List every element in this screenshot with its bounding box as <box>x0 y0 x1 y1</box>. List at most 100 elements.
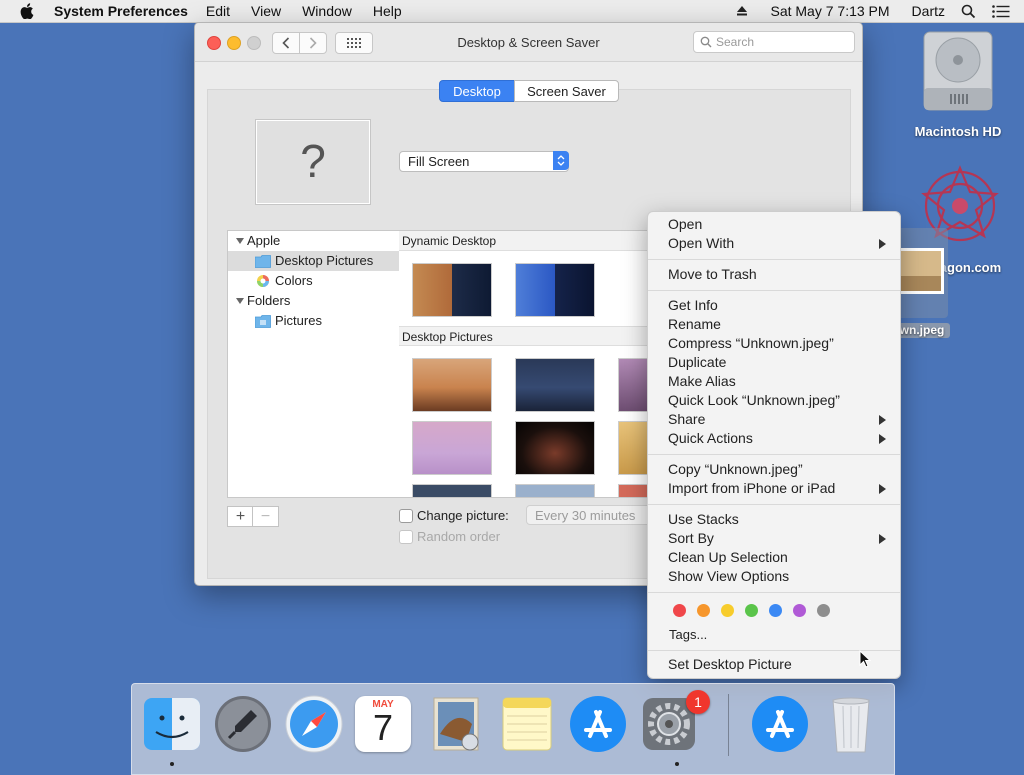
menu-item-quick-actions[interactable]: Quick Actions <box>668 429 898 448</box>
thumbnail-solar-gradients[interactable] <box>515 263 595 317</box>
section-header-desktop-pictures: Desktop Pictures <box>399 326 659 346</box>
menu-item-compress[interactable]: Compress “Unknown.jpeg” <box>668 334 898 353</box>
menu-item-share-label: Share <box>668 411 706 427</box>
tab-screen-saver[interactable]: Screen Saver <box>514 80 619 102</box>
app-store-icon[interactable] <box>568 694 628 754</box>
launchpad-icon[interactable] <box>213 694 273 754</box>
search-field[interactable]: Search <box>693 31 855 53</box>
menu-window[interactable]: Window <box>302 3 352 19</box>
popup-stepper <box>553 151 569 170</box>
tag-purple[interactable] <box>793 604 806 617</box>
remove-folder-button[interactable]: − <box>252 506 279 527</box>
disclosure-triangle-icon[interactable] <box>235 296 245 306</box>
menu-item-move-to-trash[interactable]: Move to Trash <box>668 265 898 284</box>
menu-item-open-with[interactable]: Open With <box>668 234 898 253</box>
trash-icon[interactable] <box>821 694 881 754</box>
menu-edit[interactable]: Edit <box>206 3 230 19</box>
jpeg-thumbnail-icon <box>898 248 944 294</box>
random-order-checkbox[interactable] <box>399 530 413 544</box>
tag-blue[interactable] <box>769 604 782 617</box>
safari-icon[interactable] <box>284 694 344 754</box>
app-name-menu[interactable]: System Preferences <box>54 3 188 19</box>
menubar-clock[interactable]: Sat May 7 7:13 PM <box>770 3 889 19</box>
menu-item-rename[interactable]: Rename <box>668 315 898 334</box>
menu-bar: System Preferences Edit View Window Help… <box>0 0 1024 23</box>
section-header-dynamic-desktop: Dynamic Desktop <box>399 231 659 251</box>
thumbnail-night-city[interactable] <box>515 421 595 475</box>
downloads-stack-icon[interactable] <box>750 694 810 754</box>
tag-orange[interactable] <box>697 604 710 617</box>
spotlight-search-icon[interactable] <box>961 4 976 19</box>
change-picture-checkbox[interactable] <box>399 509 413 523</box>
submenu-arrow-icon <box>879 239 886 249</box>
menu-separator <box>648 290 900 291</box>
menu-item-duplicate[interactable]: Duplicate <box>668 353 898 372</box>
add-folder-button[interactable]: + <box>227 506 254 527</box>
running-indicator <box>170 762 174 766</box>
menu-item-tags[interactable]: Tags... <box>669 625 899 644</box>
tag-gray[interactable] <box>817 604 830 617</box>
folder-icon <box>255 255 271 268</box>
menu-item-make-alias[interactable]: Make Alias <box>668 372 898 391</box>
thumbnail-row3-a[interactable] <box>412 484 492 497</box>
picture-browser: Dynamic Desktop Desktop Pictures <box>399 230 660 498</box>
submenu-arrow-icon <box>879 415 886 425</box>
calendar-day: 7 <box>372 707 394 748</box>
macintosh-hd-desktop-icon[interactable]: Macintosh HD <box>908 30 1008 139</box>
pictures-folder-icon <box>255 315 271 328</box>
menu-item-clean-up-selection[interactable]: Clean Up Selection <box>668 548 898 567</box>
thumbnail-mojave-night[interactable] <box>515 358 595 412</box>
menu-separator <box>648 259 900 260</box>
preview-question-mark: ? <box>300 135 326 187</box>
macintosh-hd-label: Macintosh HD <box>914 124 1002 139</box>
menu-item-open[interactable]: Open <box>668 215 898 234</box>
source-group-apple[interactable]: Apple <box>228 231 399 251</box>
source-item-desktop-pictures[interactable]: Desktop Pictures <box>228 251 399 271</box>
disclosure-triangle-icon[interactable] <box>235 236 245 246</box>
menu-item-sort-by[interactable]: Sort By <box>668 529 898 548</box>
menu-item-copy[interactable]: Copy “Unknown.jpeg” <box>668 460 898 479</box>
menu-separator <box>648 504 900 505</box>
tab-screen-saver-label: Screen Saver <box>527 83 606 99</box>
notes-icon[interactable] <box>497 694 557 754</box>
menu-item-show-view-options[interactable]: Show View Options <box>668 567 898 586</box>
tab-desktop[interactable]: Desktop <box>439 80 515 102</box>
mouse-pointer-icon <box>859 650 872 668</box>
apple-menu-icon[interactable] <box>20 3 34 19</box>
interval-popup[interactable]: Every 30 minutes <box>526 505 656 525</box>
search-icon <box>700 36 712 48</box>
source-item-colors-label: Colors <box>275 273 313 288</box>
menubar-user[interactable]: Dartz <box>912 3 945 19</box>
running-indicator <box>675 762 679 766</box>
unknown-jpeg-desktop-icon[interactable]: wn.jpeg <box>894 228 950 340</box>
thumbnail-mojave-day[interactable] <box>412 358 492 412</box>
window-titlebar[interactable]: Desktop & Screen Saver Search <box>195 23 862 62</box>
menu-item-import[interactable]: Import from iPhone or iPad <box>668 479 898 498</box>
tag-yellow[interactable] <box>721 604 734 617</box>
fit-mode-popup[interactable]: Fill Screen <box>399 151 569 172</box>
source-item-colors[interactable]: Colors <box>228 271 399 291</box>
calendar-icon[interactable]: MAY 7 <box>355 696 411 752</box>
submenu-arrow-icon <box>879 484 886 494</box>
menu-view[interactable]: View <box>251 3 281 19</box>
tag-red[interactable] <box>673 604 686 617</box>
finder-icon[interactable] <box>142 694 202 754</box>
thumbnail-row3-b[interactable] <box>515 484 595 497</box>
thumbnail-rock-lake[interactable] <box>412 421 492 475</box>
menu-item-quick-look[interactable]: Quick Look “Unknown.jpeg” <box>668 391 898 410</box>
menu-item-share[interactable]: Share <box>668 410 898 429</box>
menu-help[interactable]: Help <box>373 3 402 19</box>
notification-center-icon[interactable] <box>992 4 1010 18</box>
tag-green[interactable] <box>745 604 758 617</box>
thumbnail-mojave-dynamic[interactable] <box>412 263 492 317</box>
source-group-folders[interactable]: Folders <box>228 291 399 311</box>
menu-item-open-with-label: Open With <box>668 235 735 251</box>
menu-item-get-info[interactable]: Get Info <box>668 296 898 315</box>
submenu-arrow-icon <box>879 434 886 444</box>
eject-icon[interactable] <box>736 5 748 17</box>
mail-stamp-icon[interactable] <box>426 694 486 754</box>
menu-item-use-stacks[interactable]: Use Stacks <box>668 510 898 529</box>
source-item-pictures[interactable]: Pictures <box>228 311 399 331</box>
menu-item-import-label: Import from iPhone or iPad <box>668 480 836 496</box>
tab-desktop-label: Desktop <box>453 83 501 99</box>
